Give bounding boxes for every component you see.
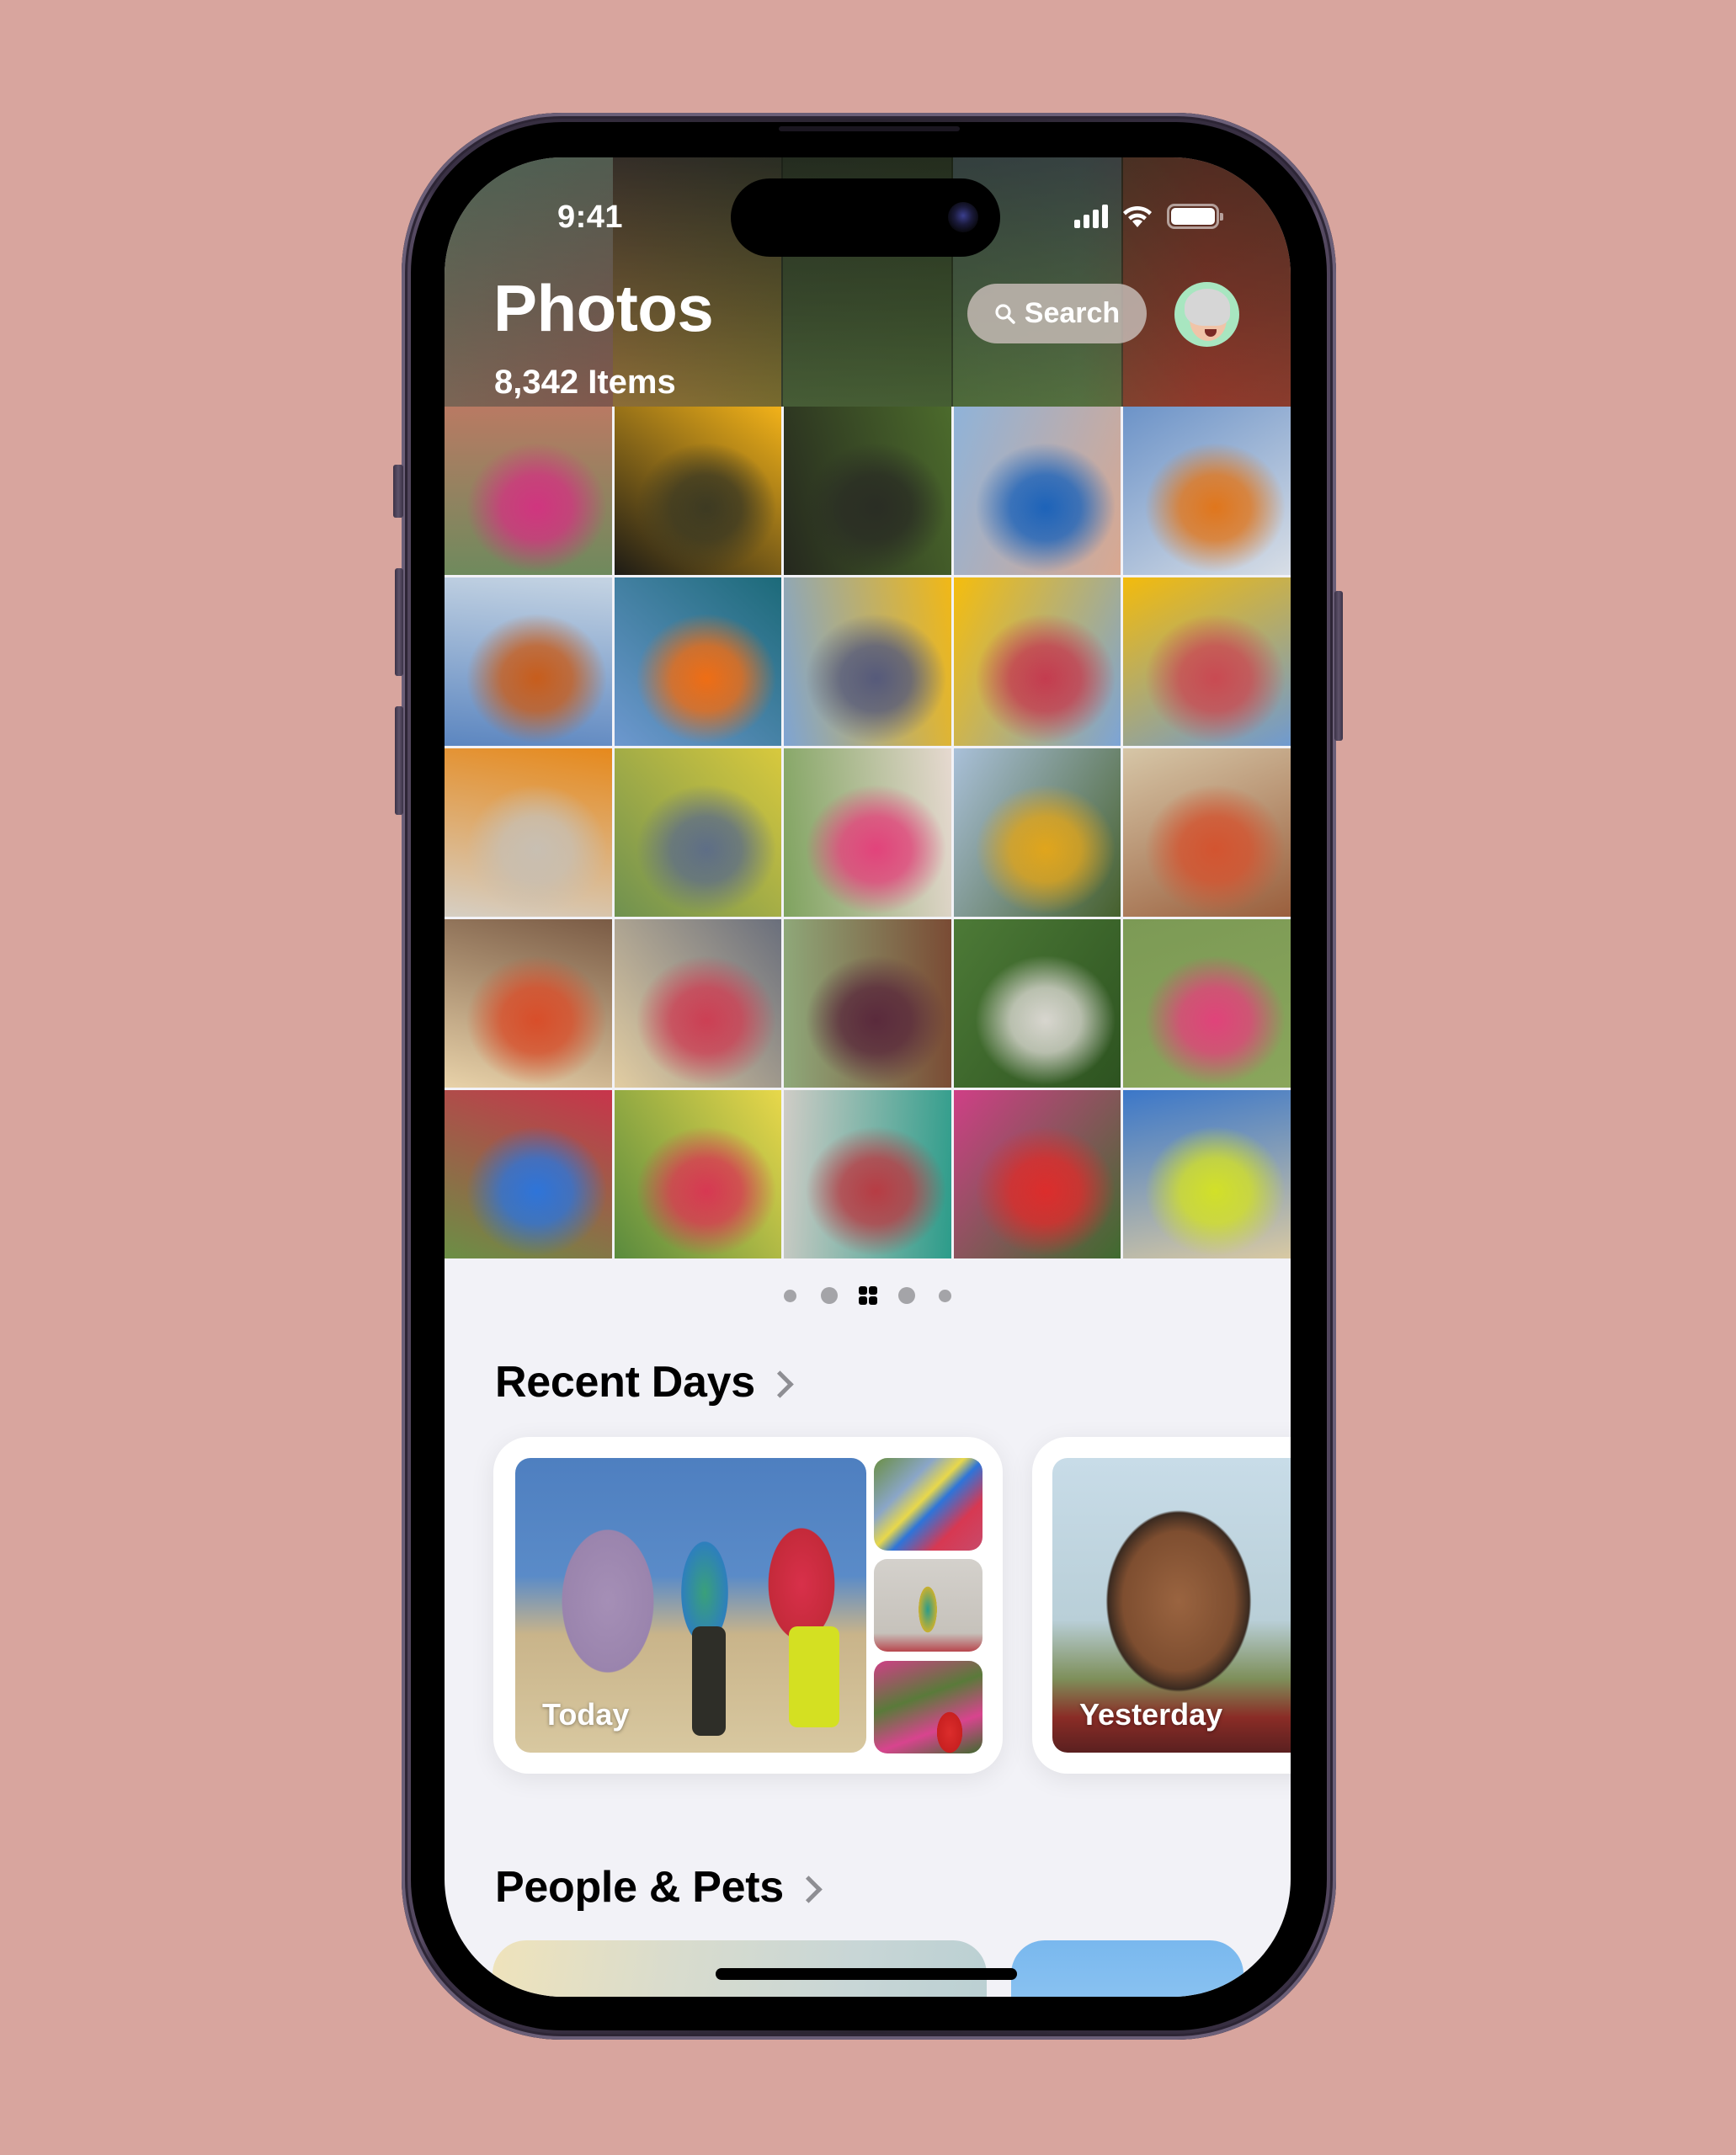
photo-thumbnail[interactable] (784, 407, 951, 575)
earpiece-speaker (779, 126, 960, 131)
status-time: 9:41 (557, 200, 624, 235)
today-thumbnail (874, 1458, 982, 1551)
person-card[interactable] (1011, 1940, 1243, 1997)
photo-thumbnail[interactable] (953, 407, 1121, 575)
photo-thumbnail[interactable] (953, 748, 1121, 917)
photo-thumbnail[interactable] (614, 919, 782, 1088)
today-label: Today (542, 1697, 630, 1732)
photo-thumbnail[interactable] (1123, 748, 1291, 917)
people-pets-header[interactable]: People & Pets (495, 1862, 823, 1913)
photo-thumbnail[interactable] (614, 577, 782, 746)
photo-thumbnail[interactable] (953, 577, 1121, 746)
photo-thumbnail[interactable] (784, 919, 951, 1088)
wifi-icon (1123, 205, 1152, 227)
photo-thumbnail[interactable] (614, 1090, 782, 1258)
photo-thumbnail[interactable] (1123, 1090, 1291, 1258)
yesterday-label: Yesterday (1079, 1697, 1223, 1732)
search-icon (995, 303, 1015, 324)
chevron-right-icon (795, 1875, 823, 1903)
photos-app-screen: 9:41 Photos 8,342 Items Search Recent Da… (445, 157, 1291, 1997)
photo-thumbnail[interactable] (1123, 577, 1291, 746)
photo-thumbnail[interactable] (445, 919, 612, 1088)
photo-thumbnail[interactable] (614, 407, 782, 575)
volume-up-button (395, 568, 403, 676)
search-label: Search (1024, 297, 1121, 329)
photo-thumbnail[interactable] (1123, 919, 1291, 1088)
library-item-count: 8,342 Items (494, 364, 676, 401)
today-key-photo: Today (515, 1458, 866, 1753)
page-dot[interactable] (939, 1289, 951, 1302)
recent-days-header[interactable]: Recent Days (495, 1357, 794, 1407)
photo-thumbnail[interactable] (445, 407, 612, 575)
today-thumbnail (874, 1661, 982, 1753)
day-card-yesterday[interactable]: Yesterday (1032, 1437, 1291, 1774)
photo-thumbnail[interactable] (953, 919, 1121, 1088)
account-avatar-button[interactable] (1174, 282, 1239, 347)
battery-icon (1167, 204, 1223, 229)
today-thumbnail (874, 1559, 982, 1652)
grid-view-icon[interactable] (858, 1286, 877, 1305)
volume-down-button (395, 706, 403, 815)
recent-days-title: Recent Days (495, 1358, 755, 1407)
photo-thumbnail[interactable] (1123, 407, 1291, 575)
people-pets-title: People & Pets (495, 1863, 784, 1912)
photo-thumbnail[interactable] (784, 1090, 951, 1258)
photo-thumbnail[interactable] (614, 748, 782, 917)
page-title: Photos (493, 271, 714, 345)
home-indicator[interactable] (716, 1968, 1017, 1980)
search-button[interactable]: Search (967, 284, 1147, 343)
photo-thumbnail[interactable] (445, 748, 612, 917)
photo-thumbnail[interactable] (784, 748, 951, 917)
action-button (393, 465, 403, 518)
photo-thumbnail[interactable] (953, 1090, 1121, 1258)
dynamic-island (731, 178, 1000, 257)
status-icons (1074, 204, 1223, 229)
memoji-hair-icon (1185, 289, 1230, 326)
side-power-button (1334, 591, 1343, 741)
page-dot[interactable] (784, 1289, 796, 1302)
cellular-signal-icon (1074, 205, 1108, 228)
page-dot[interactable] (820, 1287, 838, 1304)
front-camera-icon (948, 202, 978, 232)
photo-thumbnail[interactable] (445, 577, 612, 746)
library-photo-grid (445, 407, 1291, 1258)
photo-thumbnail[interactable] (784, 577, 951, 746)
photo-thumbnail[interactable] (445, 1090, 612, 1258)
page-dot[interactable] (897, 1287, 915, 1304)
day-card-today[interactable]: Today (493, 1437, 1003, 1774)
chevron-right-icon (766, 1370, 794, 1398)
yesterday-key-photo: Yesterday (1052, 1458, 1291, 1753)
collection-page-indicator[interactable] (445, 1286, 1291, 1305)
